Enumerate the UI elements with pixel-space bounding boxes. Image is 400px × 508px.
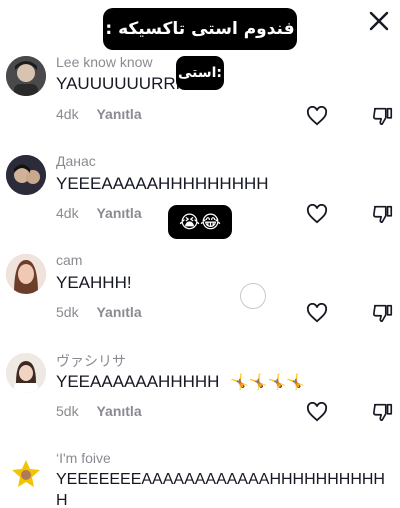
comment-username[interactable]: Данас bbox=[56, 153, 96, 169]
comment-time: 5dk bbox=[56, 403, 79, 419]
avatar[interactable] bbox=[10, 458, 42, 490]
reply-button[interactable]: Yanıtla bbox=[96, 106, 141, 122]
comment-text: YEEAAAAAAHHHHH 🤸🤸🤸🤸 bbox=[56, 372, 305, 392]
heart-icon[interactable] bbox=[306, 106, 328, 126]
avatar[interactable] bbox=[6, 155, 46, 195]
comment-text-wrap: H bbox=[56, 492, 68, 508]
comment-meta: 4dk Yanıtla bbox=[56, 205, 142, 221]
comment-emojis: 🤸🤸🤸🤸 bbox=[230, 374, 305, 391]
comment-time: 4dk bbox=[56, 106, 79, 122]
heart-icon[interactable] bbox=[306, 204, 328, 224]
touch-indicator bbox=[240, 283, 266, 309]
dislike-icon[interactable] bbox=[372, 105, 394, 127]
comment-text: YAUUUUUURRR bbox=[56, 74, 188, 93]
comment-item: ヴァシリサ YEEAAAAAAHHHHH 🤸🤸🤸🤸 5dk Yanıtla bbox=[0, 351, 400, 426]
comment-username[interactable]: ‘I'm foive bbox=[56, 450, 111, 466]
comment-item: cam YEAHHH! 5dk Yanıtla bbox=[0, 252, 400, 327]
comment-meta: 5dk Yanıtla bbox=[56, 304, 142, 320]
reply-button[interactable]: Yanıtla bbox=[96, 205, 141, 221]
comment-time: 5dk bbox=[56, 304, 79, 320]
comment-time: 4dk bbox=[56, 205, 79, 221]
heart-icon[interactable] bbox=[306, 402, 328, 422]
heart-icon[interactable] bbox=[306, 303, 328, 323]
reply-button[interactable]: Yanıtla bbox=[96, 304, 141, 320]
comment-meta: 5dk Yanıtla bbox=[56, 403, 142, 419]
reply-button[interactable]: Yanıtla bbox=[96, 403, 141, 419]
comment-text-main: YEEAAAAAAHHHHH bbox=[56, 372, 220, 391]
comment-username[interactable]: Lee know know bbox=[56, 54, 153, 70]
comment-text: YEEEEEEEAAAAAAAAAAAAHHHHHHHHHH bbox=[56, 471, 385, 488]
comment-text: YEAHHH! bbox=[56, 273, 132, 292]
comment-meta: 4dk Yanıtla bbox=[56, 106, 142, 122]
avatar[interactable] bbox=[6, 56, 46, 96]
comment-username[interactable]: cam bbox=[56, 252, 82, 268]
emoji-sticker: 😭😂 bbox=[168, 205, 232, 239]
avatar[interactable] bbox=[6, 353, 46, 393]
close-icon[interactable] bbox=[368, 10, 390, 32]
dislike-icon[interactable] bbox=[372, 401, 394, 423]
overlay-title: فندوم استی تاکسیکه : bbox=[103, 8, 297, 50]
comment-item: ‘I'm foive YEEEEEEEAAAAAAAAAAAAHHHHHHHHH… bbox=[0, 450, 400, 508]
avatar[interactable] bbox=[6, 254, 46, 294]
dislike-icon[interactable] bbox=[372, 302, 394, 324]
dislike-icon[interactable] bbox=[372, 203, 394, 225]
text-sticker: استی: bbox=[176, 56, 224, 90]
comment-text: YEEEAAAAAHHHHHHHHH bbox=[56, 174, 269, 193]
comment-username[interactable]: ヴァシリサ bbox=[56, 351, 126, 371]
